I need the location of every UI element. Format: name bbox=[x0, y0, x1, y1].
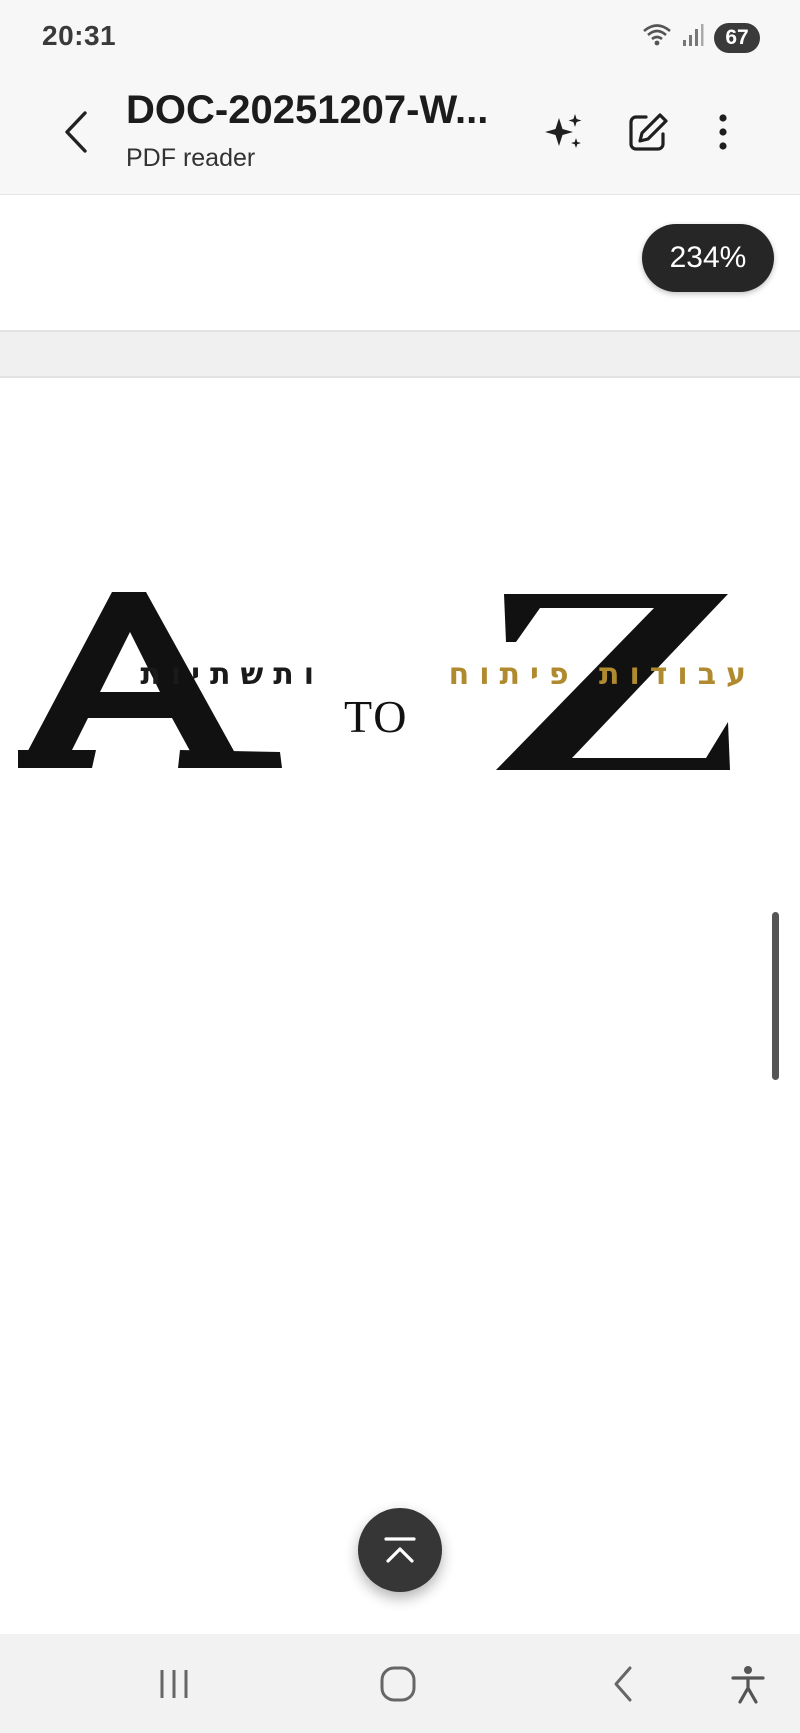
logo-to-text: TO bbox=[344, 691, 409, 742]
recents-button[interactable] bbox=[139, 1654, 209, 1714]
home-button[interactable] bbox=[363, 1654, 433, 1714]
status-icons: 67 bbox=[642, 22, 760, 53]
back-icon bbox=[65, 111, 87, 153]
battery-icon: 67 bbox=[714, 22, 760, 53]
scroll-to-top-button[interactable] bbox=[358, 1508, 442, 1592]
ai-assist-button[interactable] bbox=[534, 102, 594, 162]
ai-sparkle-icon bbox=[545, 114, 582, 148]
status-bar: 20:31 67 bbox=[0, 0, 800, 72]
edit-button[interactable] bbox=[618, 102, 678, 162]
chevron-up-icon bbox=[384, 1537, 416, 1563]
document-subtitle: PDF reader bbox=[126, 144, 256, 172]
back-nav-icon bbox=[614, 1666, 632, 1702]
logo-hebrew-black-text: ותשתיות bbox=[140, 656, 324, 692]
system-back-button[interactable] bbox=[588, 1654, 658, 1714]
signal-icon bbox=[682, 23, 704, 52]
document-title: DOC-20251207-W... bbox=[126, 88, 489, 132]
scrollbar-thumb[interactable] bbox=[772, 912, 779, 1080]
page-separator bbox=[0, 330, 800, 378]
zoom-level-badge: 234% bbox=[642, 224, 774, 292]
accessibility-icon bbox=[731, 1666, 765, 1704]
more-icon bbox=[719, 114, 727, 150]
back-button[interactable] bbox=[52, 102, 100, 162]
edit-icon bbox=[629, 113, 668, 151]
wifi-icon bbox=[642, 22, 672, 53]
status-time: 20:31 bbox=[42, 20, 117, 51]
recents-icon bbox=[160, 1670, 188, 1698]
system-nav-bar bbox=[0, 1634, 800, 1733]
more-options-button[interactable] bbox=[693, 102, 753, 162]
accessibility-button[interactable] bbox=[713, 1654, 783, 1714]
home-icon bbox=[380, 1666, 416, 1702]
app-bar: DOC-20251207-W... PDF reader bbox=[0, 72, 800, 195]
